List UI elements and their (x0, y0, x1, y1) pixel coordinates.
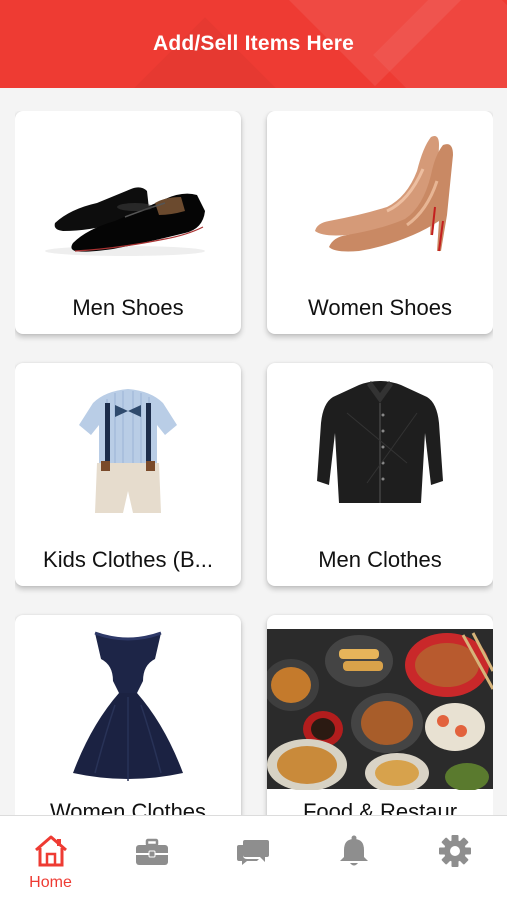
home-icon (35, 835, 67, 867)
category-card-men-shoes[interactable]: Men Shoes (15, 111, 241, 334)
tab-briefcase[interactable] (101, 816, 202, 900)
women-dress-image (73, 631, 183, 781)
tab-home[interactable]: Home (0, 816, 101, 900)
category-label: Men Clothes (318, 547, 442, 572)
top-banner[interactable]: Add/Sell Items Here (0, 0, 507, 88)
category-card-women-clothes[interactable]: Women Clothes (15, 615, 241, 815)
category-grid: Men Shoes Women Shoes Kids Clothes (B...… (15, 111, 493, 815)
tab-notifications[interactable] (303, 816, 404, 900)
tab-home-label: Home (29, 874, 72, 891)
briefcase-icon (136, 838, 168, 865)
category-label: Kids Clothes (B... (43, 547, 213, 572)
bell-icon (340, 835, 368, 866)
category-label: Women Shoes (308, 295, 452, 320)
category-label: Women Clothes (49, 799, 207, 815)
category-card-men-clothes[interactable]: Men Clothes (267, 363, 493, 586)
tab-settings[interactable] (404, 816, 505, 900)
category-card-kids-clothes[interactable]: Kids Clothes (B... (15, 363, 241, 586)
men-clothes-image (317, 381, 443, 503)
category-card-food-restaurant[interactable]: Food & Restaur (267, 615, 493, 815)
food-image (267, 629, 493, 790)
category-card-women-shoes[interactable]: Women Shoes (267, 111, 493, 334)
category-label: Food & Restaur (302, 799, 458, 815)
bottom-tab-bar: Home (0, 815, 507, 900)
category-label: Men Shoes (72, 295, 184, 320)
add-sell-items-title[interactable]: Add/Sell Items Here (153, 32, 354, 56)
women-shoes-image (315, 136, 453, 252)
gear-icon (439, 835, 471, 867)
men-shoes-image (45, 187, 206, 256)
tab-messages[interactable] (202, 816, 303, 900)
kids-clothes-image (79, 389, 177, 513)
chat-icon (237, 840, 269, 865)
